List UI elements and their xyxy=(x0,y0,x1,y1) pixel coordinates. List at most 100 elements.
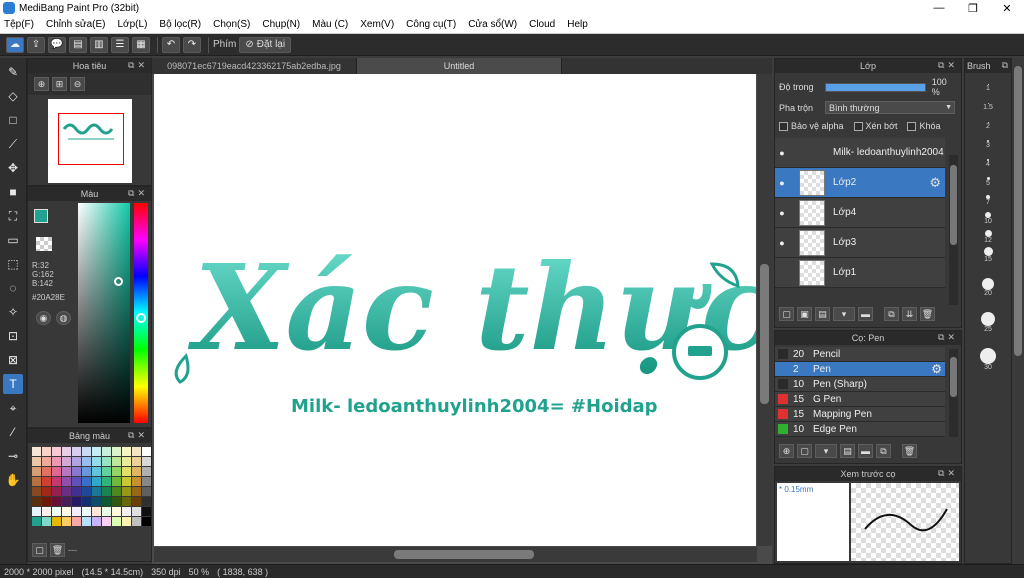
folder-icon[interactable]: ▬ xyxy=(858,307,873,321)
chat-icon[interactable]: 💬 xyxy=(48,36,66,53)
palette-swatch[interactable] xyxy=(62,457,71,466)
operation-tool-icon[interactable]: ⌖ xyxy=(3,398,23,418)
blend-select[interactable]: Bình thường ▼ xyxy=(825,101,955,114)
fill-shape-tool-icon[interactable]: ■ xyxy=(3,182,23,202)
brush-size-option[interactable]: 30 xyxy=(965,333,1011,371)
palette-swatch[interactable] xyxy=(102,467,111,476)
palette-swatch[interactable] xyxy=(102,487,111,496)
foreground-swatch[interactable] xyxy=(34,209,48,223)
brush-settings-icon[interactable]: ▤ xyxy=(840,444,855,458)
palette-swatch[interactable] xyxy=(72,517,81,526)
minimize-button[interactable]: — xyxy=(922,0,956,16)
tab-untitled[interactable]: Untitled xyxy=(357,58,562,74)
palette-swatch[interactable] xyxy=(52,517,61,526)
palette-swatch[interactable] xyxy=(82,457,91,466)
new-brush-icon[interactable]: ▢ xyxy=(797,444,812,458)
palette-swatch[interactable] xyxy=(82,487,91,496)
horizontal-scrollbar[interactable] xyxy=(154,547,757,562)
palette-swatch[interactable] xyxy=(132,457,141,466)
visibility-icon[interactable]: ● xyxy=(775,178,789,188)
layer-row[interactable]: ● Lớp3 xyxy=(775,228,945,258)
comment-icon[interactable]: ▤ xyxy=(69,36,87,53)
duplicate-brush-icon[interactable]: ⧉ xyxy=(876,444,891,458)
gradient-tool-icon[interactable]: ▭ xyxy=(3,230,23,250)
palette-swatch[interactable] xyxy=(142,447,151,456)
palette-swatch[interactable] xyxy=(82,447,91,456)
eyedropper-tool-icon[interactable]: ⊸ xyxy=(3,446,23,466)
brush-row[interactable]: 10 Edge Pen xyxy=(775,422,945,437)
clip-checkbox[interactable] xyxy=(853,121,863,131)
palette-swatch[interactable] xyxy=(92,497,101,506)
palette-swatch[interactable] xyxy=(142,467,151,476)
brush-folder-icon[interactable]: ▬ xyxy=(858,444,873,458)
zoom-out-icon[interactable]: ⊖ xyxy=(70,77,85,91)
palette-swatch[interactable] xyxy=(72,487,81,496)
brush-size-option[interactable]: 7 xyxy=(965,187,1011,206)
palette-swatch[interactable] xyxy=(72,477,81,486)
palette-swatch[interactable] xyxy=(112,467,121,476)
palette-swatch[interactable] xyxy=(72,447,81,456)
layer-row[interactable]: ● Lớp2 ⚙ xyxy=(775,168,945,198)
palette-swatch[interactable] xyxy=(32,487,41,496)
undo-icon[interactable]: ↶ xyxy=(162,36,180,53)
saturation-value-picker[interactable] xyxy=(78,203,130,423)
line-tool-icon[interactable]: ⟋ xyxy=(3,134,23,154)
layer-list-scrollbar[interactable] xyxy=(949,155,958,305)
palette-swatch[interactable] xyxy=(62,497,71,506)
palette-swatch[interactable] xyxy=(62,477,71,486)
palette-swatch[interactable] xyxy=(132,447,141,456)
palette-swatch[interactable] xyxy=(142,507,151,516)
palette-swatch[interactable] xyxy=(72,457,81,466)
palette-swatch[interactable] xyxy=(102,517,111,526)
palette-grid[interactable] xyxy=(28,443,151,530)
palette-swatch[interactable] xyxy=(92,447,101,456)
palette-swatch[interactable] xyxy=(42,477,51,486)
palette-swatch[interactable] xyxy=(112,477,121,486)
palette-swatch[interactable] xyxy=(112,507,121,516)
brush-dropdown-icon[interactable]: ▾ xyxy=(815,444,837,458)
palette-swatch[interactable] xyxy=(72,507,81,516)
palette-swatch[interactable] xyxy=(52,457,61,466)
palette-swatch[interactable] xyxy=(42,457,51,466)
palette-swatch[interactable] xyxy=(102,497,111,506)
palette-icon[interactable]: ◉ xyxy=(36,311,51,325)
menu-tools[interactable]: Công cụ(T) xyxy=(406,19,456,30)
visibility-icon[interactable]: ● xyxy=(775,238,789,248)
palette-swatch[interactable] xyxy=(32,467,41,476)
layer-row[interactable]: Lớp1 xyxy=(775,258,945,288)
brush-size-option[interactable]: 5 xyxy=(965,168,1011,187)
palette-swatch[interactable] xyxy=(112,487,121,496)
palette-swatch[interactable] xyxy=(62,507,71,516)
eraser-tool-icon[interactable]: ◇ xyxy=(3,86,23,106)
text-tool-icon[interactable]: T xyxy=(3,374,23,394)
palette-swatch[interactable] xyxy=(122,497,131,506)
palette-swatch[interactable] xyxy=(122,457,131,466)
palette-swatch[interactable] xyxy=(52,447,61,456)
panel-controls-icon[interactable]: ⧉✕ xyxy=(128,60,148,71)
panel-controls-icon[interactable]: ⧉✕ xyxy=(128,188,148,199)
document-icon[interactable]: ▥ xyxy=(90,36,108,53)
right-scrollbar[interactable] xyxy=(1012,58,1024,564)
select-eraser-tool-icon[interactable]: ⊠ xyxy=(3,350,23,370)
close-button[interactable]: ✕ xyxy=(990,0,1024,16)
palette-swatch[interactable] xyxy=(122,447,131,456)
menu-cloud[interactable]: Cloud xyxy=(529,19,555,30)
navigator-preview[interactable] xyxy=(47,99,132,183)
fit-icon[interactable]: ⊞ xyxy=(52,77,67,91)
brush-size-option[interactable]: 1 xyxy=(965,73,1011,92)
palette-swatch[interactable] xyxy=(142,517,151,526)
palette-swatch[interactable] xyxy=(62,487,71,496)
palette-swatch[interactable] xyxy=(92,487,101,496)
transparent-swatch[interactable] xyxy=(36,237,52,251)
menu-snap[interactable]: Chụp(N) xyxy=(262,19,300,30)
brush-row[interactable]: 10 Pen (Sharp) xyxy=(775,377,945,392)
panel-controls-icon[interactable]: ⧉✕ xyxy=(128,430,148,441)
add-layer-dropdown-icon[interactable]: ▾ xyxy=(833,307,855,321)
palette-swatch[interactable] xyxy=(132,467,141,476)
palette-swatch[interactable] xyxy=(42,447,51,456)
select-pen-tool-icon[interactable]: ⊡ xyxy=(3,326,23,346)
brush-size-option[interactable]: 1.5 xyxy=(965,92,1011,111)
palette-swatch[interactable] xyxy=(82,477,91,486)
palette-swatch[interactable] xyxy=(32,457,41,466)
select-tool-icon[interactable]: ⬚ xyxy=(3,254,23,274)
